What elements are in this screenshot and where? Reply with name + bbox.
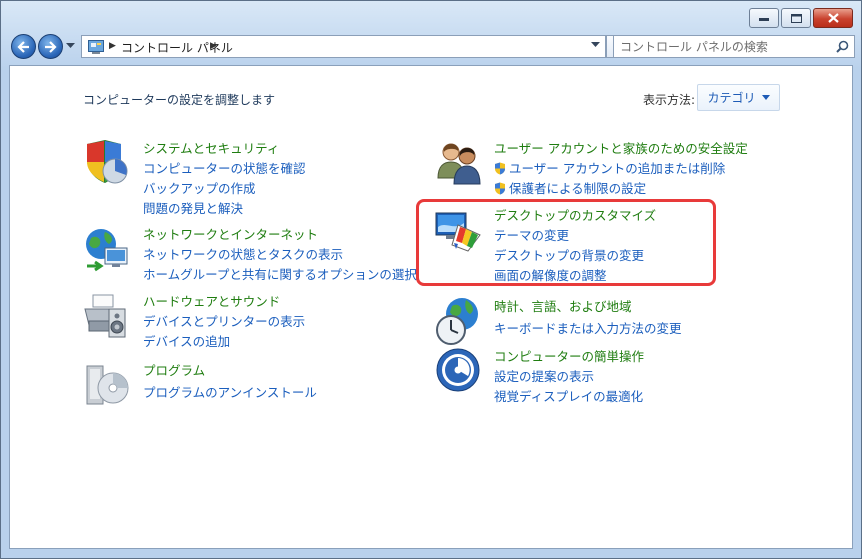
category-ease-of-access: コンピューターの簡単操作 設定の提案の表示 視覚ディスプレイの最適化 xyxy=(434,346,764,406)
control-panel-icon xyxy=(88,40,104,54)
category-link[interactable]: 問題の発見と解決 xyxy=(143,198,243,217)
maximize-button[interactable] xyxy=(781,8,811,28)
category-link[interactable]: バックアップの作成 xyxy=(143,178,256,197)
category-title[interactable]: ユーザー アカウントと家族のための安全設定 xyxy=(494,138,748,157)
forward-button[interactable] xyxy=(38,34,63,59)
category-link[interactable]: デバイスの追加 xyxy=(143,331,230,350)
category-link[interactable]: 視覚ディスプレイの最適化 xyxy=(494,386,643,405)
category-title[interactable]: ネットワークとインターネット xyxy=(143,224,318,243)
category-title[interactable]: プログラム xyxy=(143,360,205,379)
address-bar[interactable]: ▶ コントロール パネル ▶ xyxy=(81,35,606,58)
minimize-icon xyxy=(759,18,769,21)
maximize-icon xyxy=(790,13,802,23)
minimize-button[interactable] xyxy=(749,8,779,28)
uac-shield-icon xyxy=(495,162,505,175)
view-by-value: カテゴリ xyxy=(707,91,756,105)
chevron-down-icon xyxy=(761,95,770,100)
caption-buttons xyxy=(747,8,853,28)
category-link[interactable]: コンピューターの状態を確認 xyxy=(143,158,306,177)
control-panel-window: ▶ コントロール パネル ▶ コンピューターの設定を調整します 表示方法: カテ… xyxy=(0,0,862,559)
view-by-label: 表示方法: xyxy=(643,93,696,107)
category-link[interactable]: ホームグループと共有に関するオプションの選択 xyxy=(143,264,417,283)
search-input[interactable] xyxy=(620,38,830,55)
category-link[interactable]: キーボードまたは入力方法の変更 xyxy=(494,318,682,337)
page-title: コンピューターの設定を調整します xyxy=(83,93,276,107)
globe-clock-icon xyxy=(436,298,478,345)
printer-speaker-icon xyxy=(84,294,126,338)
network-globe-icon xyxy=(86,229,128,272)
address-dropdown-icon[interactable] xyxy=(591,42,600,48)
category-title[interactable]: コンピューターの簡単操作 xyxy=(494,346,644,365)
category-link[interactable]: 保護者による制限の設定 xyxy=(494,178,646,197)
category-hardware-sound: ハードウェアとサウンド デバイスとプリンターの表示 デバイスの追加 xyxy=(83,291,413,351)
programs-disc-icon xyxy=(86,365,129,405)
category-link[interactable]: ユーザー アカウントの追加または削除 xyxy=(494,158,725,177)
category-link[interactable]: デバイスとプリンターの表示 xyxy=(143,311,305,330)
recent-pages-dropdown-icon[interactable] xyxy=(66,43,75,49)
arrow-right-icon xyxy=(45,40,57,53)
users-icon xyxy=(437,143,481,185)
category-system-security: システムとセキュリティ コンピューターの状態を確認 バックアップの作成 問題の発… xyxy=(83,138,413,218)
category-link-text: ユーザー アカウントの追加または削除 xyxy=(509,161,726,176)
category-title[interactable]: ハードウェアとサウンド xyxy=(143,291,280,310)
close-button[interactable] xyxy=(813,8,853,28)
category-user-accounts: ユーザー アカウントと家族のための安全設定 ユーザー アカウントの追加または削除… xyxy=(434,138,764,198)
view-by-dropdown[interactable]: カテゴリ xyxy=(697,84,780,111)
category-link-text: 保護者による制限の設定 xyxy=(509,181,647,196)
category-title[interactable]: 時計、言語、および地域 xyxy=(494,296,632,315)
uac-shield-icon xyxy=(495,182,505,195)
navigation-bar: ▶ コントロール パネル ▶ xyxy=(9,34,855,60)
shield-chart-icon xyxy=(87,140,128,184)
back-button[interactable] xyxy=(11,34,36,59)
ease-of-access-icon xyxy=(436,348,480,392)
arrow-left-icon xyxy=(17,40,29,53)
category-programs: プログラム プログラムのアンインストール xyxy=(83,360,413,420)
highlight-annotation xyxy=(416,199,716,286)
category-link[interactable]: プログラムのアンインストール xyxy=(143,382,317,401)
category-link[interactable]: 設定の提案の表示 xyxy=(494,366,594,385)
breadcrumb-separator-icon[interactable]: ▶ xyxy=(210,41,217,51)
content-pane: コンピューターの設定を調整します 表示方法: カテゴリ システムとセキュリティ … xyxy=(9,65,853,549)
search-icon[interactable] xyxy=(836,40,849,53)
search-box xyxy=(613,35,855,58)
category-title[interactable]: システムとセキュリティ xyxy=(143,138,279,157)
close-icon xyxy=(827,13,839,23)
category-network-internet: ネットワークとインターネット ネットワークの状態とタスクの表示 ホームグループと… xyxy=(83,224,417,284)
breadcrumb-separator-icon[interactable]: ▶ xyxy=(109,41,116,51)
category-link[interactable]: ネットワークの状態とタスクの表示 xyxy=(143,244,343,263)
